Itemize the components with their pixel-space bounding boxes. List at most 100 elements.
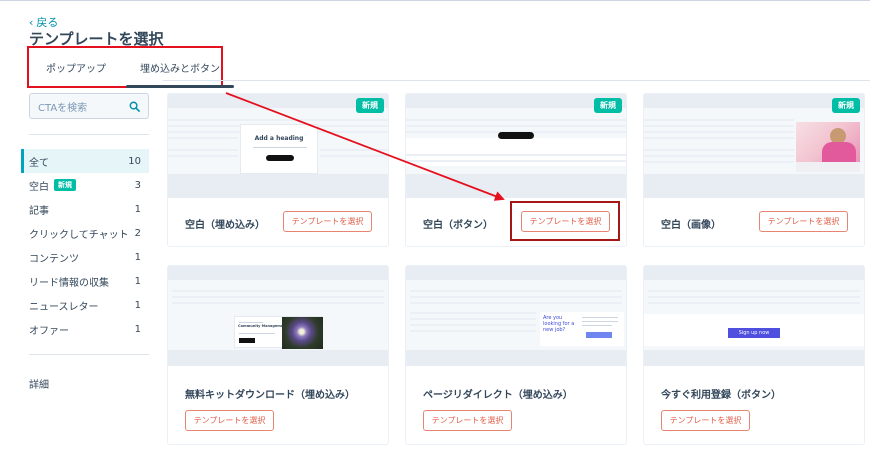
preview-button (498, 132, 534, 139)
template-card-sign-up-now[interactable]: Sign up now 今すぐ利用登録（ボタン） テンプレートを選択 (643, 265, 865, 445)
preview-bar (644, 266, 864, 280)
card-title: 空白（埋め込み） (185, 220, 265, 231)
card-title: ページリダイレクト（埋め込み） (423, 390, 573, 401)
new-badge: 新規 (594, 98, 622, 113)
preview-line (172, 302, 384, 304)
sidebar-item-all[interactable]: 全て 10 (21, 149, 149, 173)
sidebar-item-newsletter[interactable]: ニュースレター 1 (21, 293, 149, 317)
search-icon[interactable] (129, 101, 140, 112)
tab-embed-and-button[interactable]: 埋め込みとボタン (126, 60, 234, 88)
sidebar-item-offer[interactable]: オファー 1 (21, 317, 149, 341)
preview-line (644, 119, 794, 121)
preview-line (644, 131, 794, 133)
template-preview: Add a heading 新規 (168, 94, 388, 198)
preview-line (644, 155, 794, 157)
preview-heading: Add a heading (254, 135, 304, 142)
select-template-button[interactable]: テンプレートを選択 (283, 211, 372, 232)
sidebar-item-label: 記事 (29, 205, 49, 217)
preview-bar (644, 350, 864, 366)
template-preview: Are you looking for a new job? (406, 266, 626, 366)
sidebar-item-click-to-chat[interactable]: クリックしてチャット 2 (21, 221, 149, 245)
select-template-button[interactable]: テンプレートを選択 (185, 410, 274, 431)
preview-line (644, 161, 794, 163)
preview-line (644, 137, 794, 139)
preview-bar (168, 174, 388, 198)
preview-button (266, 155, 294, 161)
preview-line (406, 154, 626, 156)
template-card-free-kit-download[interactable]: Community Management 無料キットダウンロード（埋め込み） テ… (167, 265, 389, 445)
category-list: 全て 10 空白 新規 3 記事 1 クリックしてチャット 2 コンテンツ 1 … (21, 149, 149, 341)
preview-text: Are you looking for a new job? (543, 315, 575, 333)
card-title: 空白（ボタン） (423, 220, 493, 231)
chevron-left-icon: ‹ (29, 15, 34, 29)
preview-line (410, 330, 536, 332)
preview-embed-box: Are you looking for a new job? (540, 312, 624, 346)
select-template-button[interactable]: テンプレートを選択 (759, 211, 848, 232)
sidebar-item-count: 2 (134, 227, 141, 239)
sidebar-item-label: 全て (29, 157, 49, 169)
preview-line (410, 302, 622, 304)
sidebar-item-lead-capture[interactable]: リード情報の収集 1 (21, 269, 149, 293)
preview-line (239, 333, 275, 334)
sidebar-item-label: 空白 (29, 181, 49, 193)
preview-line (644, 125, 794, 127)
preview-title: Community Management (238, 324, 288, 328)
template-card-blank-embed[interactable]: Add a heading 新規 空白（埋め込み） テンプレートを選択 (167, 93, 389, 247)
card-title: 空白（画像） (661, 220, 721, 231)
template-card-blank-image[interactable]: 新規 空白（画像） テンプレートを選択 (643, 93, 865, 247)
new-badge: 新規 (832, 98, 860, 113)
preview-photo-desk (796, 162, 860, 172)
preview-line (410, 324, 536, 326)
preview-line (253, 147, 307, 148)
preview-line (648, 290, 860, 292)
preview-bar (168, 350, 388, 366)
sidebar-item-content[interactable]: コンテンツ 1 (21, 245, 149, 269)
preview-bar (168, 266, 388, 280)
preview-button (239, 338, 255, 343)
sidebar-item-count: 1 (134, 275, 141, 287)
sidebar-item-label: オファー (29, 325, 69, 337)
preview-line (320, 155, 388, 157)
tab-popup[interactable]: ポップアップ (46, 60, 106, 75)
select-template-button[interactable]: テンプレートを選択 (423, 410, 512, 431)
sidebar-item-article[interactable]: 記事 1 (21, 197, 149, 221)
preview-button: Sign up now (728, 328, 780, 338)
preview-line (582, 321, 618, 322)
sidebar-item-count: 1 (134, 203, 141, 215)
preview-bar (406, 266, 626, 280)
preview-photo (796, 122, 860, 172)
sidebar-item-count: 3 (134, 179, 141, 191)
template-card-page-redirect[interactable]: Are you looking for a new job? ページリダイレクト… (405, 265, 627, 445)
search-input[interactable]: CTAを検索 (29, 93, 149, 119)
preview-line (168, 137, 238, 139)
sidebar-detail-link[interactable]: 詳細 (29, 376, 49, 391)
preview-line (168, 155, 238, 157)
preview-line (582, 325, 612, 326)
preview-embed-box: Add a heading (240, 124, 318, 174)
select-template-button[interactable]: テンプレートを選択 (661, 410, 750, 431)
preview-line (168, 119, 388, 121)
preview-bar (168, 94, 388, 108)
sidebar-divider (29, 134, 149, 135)
annotation-highlight-box (510, 201, 620, 241)
preview-bar (406, 350, 626, 366)
sidebar-item-count: 1 (134, 323, 141, 335)
preview-line (406, 119, 626, 121)
sidebar-item-blank[interactable]: 空白 新規 3 (21, 173, 149, 197)
preview-bar (644, 174, 864, 198)
card-title: 無料キットダウンロード（埋め込み） (185, 390, 355, 401)
sidebar-divider (29, 354, 149, 355)
sidebar-item-count: 1 (134, 299, 141, 311)
tab-divider (163, 80, 870, 81)
preview-line (410, 296, 622, 298)
preview-line (644, 149, 794, 151)
preview-line (172, 290, 384, 292)
preview-flower-image (282, 317, 323, 349)
preview-embed-box: Community Management (234, 316, 323, 349)
preview-button (586, 332, 612, 338)
preview-line (410, 318, 536, 320)
new-badge: 新規 (54, 179, 76, 191)
preview-line (239, 322, 263, 323)
template-preview: 新規 (406, 94, 626, 198)
preview-line (172, 296, 384, 298)
